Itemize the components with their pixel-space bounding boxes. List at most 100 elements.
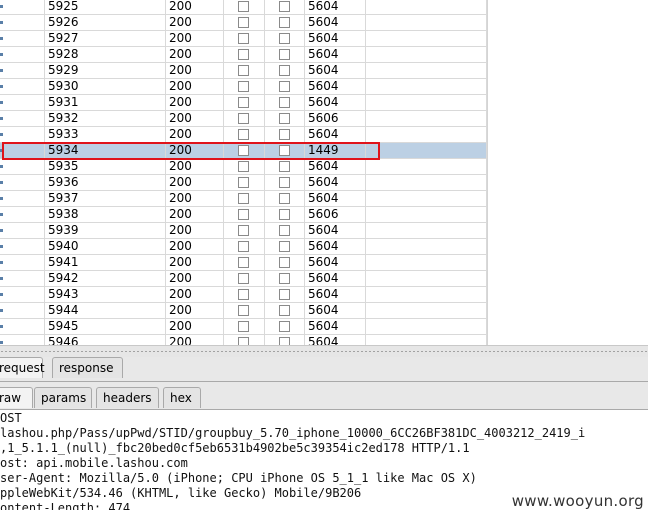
timeout-checkbox[interactable] bbox=[279, 1, 290, 12]
timeout-checkbox[interactable] bbox=[279, 193, 290, 204]
timeout-checkbox[interactable] bbox=[279, 145, 290, 156]
length-cell: 5604 bbox=[305, 175, 366, 190]
timeout-cell bbox=[265, 47, 305, 62]
status-cell: 200 bbox=[166, 0, 224, 14]
table-row[interactable]: 5938 200 5606 bbox=[0, 207, 487, 223]
error-checkbox[interactable] bbox=[238, 273, 249, 284]
timeout-checkbox[interactable] bbox=[279, 113, 290, 124]
timeout-checkbox[interactable] bbox=[279, 305, 290, 316]
table-row[interactable]: 5945 200 5604 bbox=[0, 319, 487, 335]
timeout-checkbox[interactable] bbox=[279, 161, 290, 172]
row-edge-cell bbox=[0, 335, 45, 345]
row-marker-icon bbox=[0, 309, 3, 312]
row-edge-cell bbox=[0, 303, 45, 318]
timeout-checkbox[interactable] bbox=[279, 209, 290, 220]
error-checkbox[interactable] bbox=[238, 65, 249, 76]
table-row[interactable]: 5941 200 5604 bbox=[0, 255, 487, 271]
table-row[interactable]: 5932 200 5606 bbox=[0, 111, 487, 127]
tab-hex[interactable]: hex bbox=[163, 387, 201, 408]
tab-response[interactable]: response bbox=[52, 357, 123, 378]
comment-cell bbox=[366, 287, 487, 302]
timeout-checkbox[interactable] bbox=[279, 177, 290, 188]
row-marker-icon bbox=[0, 5, 3, 8]
timeout-checkbox[interactable] bbox=[279, 17, 290, 28]
error-checkbox[interactable] bbox=[238, 257, 249, 268]
error-checkbox[interactable] bbox=[238, 161, 249, 172]
timeout-checkbox[interactable] bbox=[279, 321, 290, 332]
row-marker-icon bbox=[0, 229, 3, 232]
row-edge-cell bbox=[0, 31, 45, 46]
table-row[interactable]: 5940 200 5604 bbox=[0, 239, 487, 255]
table-row[interactable]: 5935 200 5604 bbox=[0, 159, 487, 175]
watermark: www.wooyun.org bbox=[511, 492, 644, 510]
timeout-checkbox[interactable] bbox=[279, 65, 290, 76]
tab-raw[interactable]: raw bbox=[0, 387, 33, 408]
table-row[interactable]: 5939 200 5604 bbox=[0, 223, 487, 239]
table-row[interactable]: 5934 200 1449 bbox=[0, 143, 487, 159]
table-row[interactable]: 5928 200 5604 bbox=[0, 47, 487, 63]
timeout-checkbox[interactable] bbox=[279, 289, 290, 300]
table-row[interactable]: 5931 200 5604 bbox=[0, 95, 487, 111]
table-row[interactable]: 5925 200 5604 bbox=[0, 0, 487, 15]
row-marker-icon bbox=[0, 165, 3, 168]
error-checkbox[interactable] bbox=[238, 305, 249, 316]
table-row[interactable]: 5943 200 5604 bbox=[0, 287, 487, 303]
error-checkbox[interactable] bbox=[238, 225, 249, 236]
error-checkbox[interactable] bbox=[238, 97, 249, 108]
error-checkbox[interactable] bbox=[238, 17, 249, 28]
row-marker-icon bbox=[0, 213, 3, 216]
error-checkbox[interactable] bbox=[238, 1, 249, 12]
error-checkbox[interactable] bbox=[238, 177, 249, 188]
error-checkbox[interactable] bbox=[238, 209, 249, 220]
row-marker-icon bbox=[0, 293, 3, 296]
timeout-checkbox[interactable] bbox=[279, 337, 290, 345]
timeout-checkbox[interactable] bbox=[279, 49, 290, 60]
table-row[interactable]: 5944 200 5604 bbox=[0, 303, 487, 319]
tab-request[interactable]: request bbox=[0, 357, 45, 378]
timeout-checkbox[interactable] bbox=[279, 241, 290, 252]
row-marker-icon bbox=[0, 325, 3, 328]
error-checkbox[interactable] bbox=[238, 337, 249, 345]
timeout-checkbox[interactable] bbox=[279, 225, 290, 236]
table-row[interactable]: 5937 200 5604 bbox=[0, 191, 487, 207]
error-checkbox[interactable] bbox=[238, 49, 249, 60]
tab-headers[interactable]: headers bbox=[96, 387, 159, 408]
error-checkbox[interactable] bbox=[238, 289, 249, 300]
error-checkbox[interactable] bbox=[238, 81, 249, 92]
timeout-checkbox[interactable] bbox=[279, 257, 290, 268]
error-checkbox[interactable] bbox=[238, 241, 249, 252]
table-row[interactable]: 5946 200 5604 bbox=[0, 335, 487, 345]
table-row[interactable]: 5926 200 5604 bbox=[0, 15, 487, 31]
row-edge-cell bbox=[0, 239, 45, 254]
error-checkbox[interactable] bbox=[238, 321, 249, 332]
request-number-cell: 5933 bbox=[45, 127, 166, 142]
timeout-checkbox[interactable] bbox=[279, 33, 290, 44]
timeout-cell bbox=[265, 95, 305, 110]
comment-cell bbox=[366, 335, 487, 345]
error-cell bbox=[224, 47, 265, 62]
comment-cell bbox=[366, 223, 487, 238]
timeout-checkbox[interactable] bbox=[279, 97, 290, 108]
error-checkbox[interactable] bbox=[238, 129, 249, 140]
timeout-cell bbox=[265, 191, 305, 206]
table-row[interactable]: 5927 200 5604 bbox=[0, 31, 487, 47]
timeout-checkbox[interactable] bbox=[279, 129, 290, 140]
table-row[interactable]: 5929 200 5604 bbox=[0, 63, 487, 79]
error-cell bbox=[224, 15, 265, 30]
comment-cell bbox=[366, 15, 487, 30]
status-cell: 200 bbox=[166, 31, 224, 46]
error-checkbox[interactable] bbox=[238, 145, 249, 156]
table-row[interactable]: 5930 200 5604 bbox=[0, 79, 487, 95]
table-row[interactable]: 5933 200 5604 bbox=[0, 127, 487, 143]
timeout-checkbox[interactable] bbox=[279, 273, 290, 284]
error-checkbox[interactable] bbox=[238, 33, 249, 44]
row-edge-cell bbox=[0, 15, 45, 30]
status-cell: 200 bbox=[166, 143, 224, 158]
table-row[interactable]: 5942 200 5604 bbox=[0, 271, 487, 287]
error-cell bbox=[224, 127, 265, 142]
timeout-checkbox[interactable] bbox=[279, 81, 290, 92]
error-checkbox[interactable] bbox=[238, 113, 249, 124]
table-row[interactable]: 5936 200 5604 bbox=[0, 175, 487, 191]
tab-params[interactable]: params bbox=[34, 387, 92, 408]
error-checkbox[interactable] bbox=[238, 193, 249, 204]
